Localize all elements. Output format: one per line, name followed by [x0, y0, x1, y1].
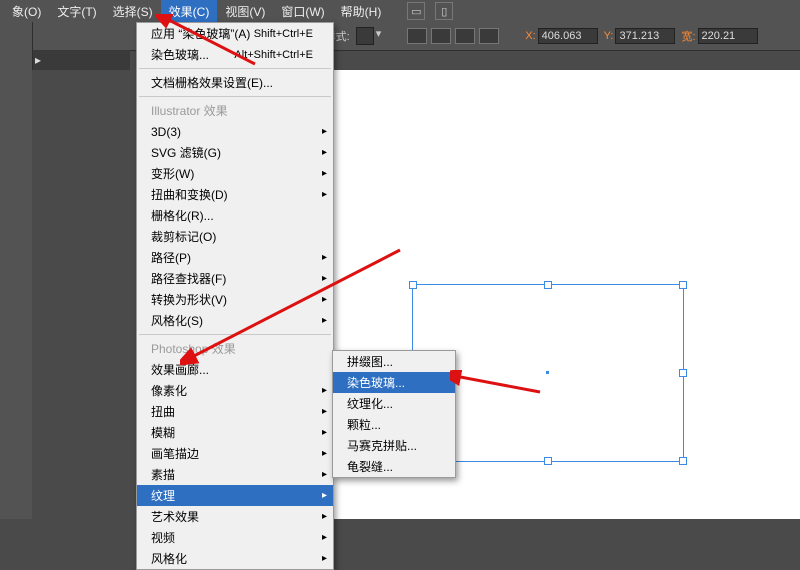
menu-text[interactable]: 文字(T): [49, 0, 104, 23]
options-bar: 描边 度 100% ▾ 样式: ▾ X: Y: 宽:: [0, 22, 800, 51]
center-handle[interactable]: [546, 371, 549, 374]
menu-help[interactable]: 帮助(H): [333, 0, 390, 23]
effects-menu: 应用 “染色玻璃”(A) Shift+Ctrl+E 染色玻璃... Alt+Sh…: [136, 22, 334, 570]
menu-reapply[interactable]: 染色玻璃... Alt+Shift+Ctrl+E: [137, 44, 333, 65]
menu-group: Photoshop 效果: [137, 338, 333, 359]
menu-3d[interactable]: 3D(3)▸: [137, 121, 333, 142]
submenu-mosaic[interactable]: 马赛克拼贴...: [333, 435, 455, 456]
submenu-craquelure[interactable]: 龟裂缝...: [333, 456, 455, 477]
layout2-icon[interactable]: ▯: [435, 2, 453, 20]
handle[interactable]: [544, 457, 552, 465]
menu-group: Illustrator 效果: [137, 100, 333, 121]
menu-apply[interactable]: 应用 “染色玻璃”(A) Shift+Ctrl+E: [137, 23, 333, 44]
texture-submenu: 拼缀图... 染色玻璃... 纹理化... 颗粒... 马赛克拼贴... 龟裂缝…: [332, 350, 456, 478]
menu-convert[interactable]: 转换为形状(V)▸: [137, 289, 333, 310]
menu-distort2[interactable]: 扭曲▸: [137, 401, 333, 422]
handle[interactable]: [679, 281, 687, 289]
menu-sketch[interactable]: 素描▸: [137, 464, 333, 485]
menu-path[interactable]: 路径(P)▸: [137, 247, 333, 268]
menu-rasterize[interactable]: 栅格化(R)...: [137, 205, 333, 226]
menu-svg[interactable]: SVG 滤镜(G)▸: [137, 142, 333, 163]
handle[interactable]: [409, 281, 417, 289]
x-label: X:: [525, 30, 535, 42]
layout-icon[interactable]: ▭: [407, 2, 425, 20]
handle[interactable]: [679, 369, 687, 377]
submenu-grain[interactable]: 颗粒...: [333, 414, 455, 435]
menu-texture[interactable]: 纹理▸: [137, 485, 333, 506]
menu-pathfinder[interactable]: 路径查找器(F)▸: [137, 268, 333, 289]
align-icon[interactable]: [407, 28, 427, 44]
menu-select[interactable]: 选择(S): [105, 0, 161, 23]
style-swatch[interactable]: [356, 27, 374, 45]
menu-artistic[interactable]: 艺术效果▸: [137, 506, 333, 527]
menu-effects[interactable]: 效果(C): [161, 0, 218, 23]
menu-window[interactable]: 窗口(W): [273, 0, 332, 23]
y-field[interactable]: [615, 28, 675, 44]
menu-blur[interactable]: 模糊▸: [137, 422, 333, 443]
menu-view[interactable]: 视图(V): [217, 0, 273, 23]
align-icons: [407, 28, 499, 44]
x-field[interactable]: [538, 28, 598, 44]
menu-brush[interactable]: 画笔描边▸: [137, 443, 333, 464]
align-icon[interactable]: [431, 28, 451, 44]
w-field[interactable]: [698, 28, 758, 44]
menu-distort[interactable]: 扭曲和变换(D)▸: [137, 184, 333, 205]
toolbar-icons: ▭ ▯: [407, 2, 453, 20]
menu-object[interactable]: 象(O): [4, 0, 49, 23]
menu-pixelate[interactable]: 像素化▸: [137, 380, 333, 401]
chevron-down-icon[interactable]: ▾: [376, 27, 382, 45]
menu-gallery[interactable]: 效果画廊...: [137, 359, 333, 380]
menubar: 象(O) 文字(T) 选择(S) 效果(C) 视图(V) 窗口(W) 帮助(H)…: [0, 0, 800, 23]
submenu-patchwork[interactable]: 拼缀图...: [333, 351, 455, 372]
align-icon[interactable]: [455, 28, 475, 44]
menu-video[interactable]: 视频▸: [137, 527, 333, 548]
handle[interactable]: [679, 457, 687, 465]
menu-raster-settings[interactable]: 文档栅格效果设置(E)...: [137, 72, 333, 93]
y-label: Y:: [604, 30, 614, 42]
submenu-texturizer[interactable]: 纹理化...: [333, 393, 455, 414]
handle[interactable]: [544, 281, 552, 289]
w-label: 宽:: [681, 28, 695, 44]
menu-stylize2[interactable]: 风格化▸: [137, 548, 333, 569]
submenu-stainedglass[interactable]: 染色玻璃...: [333, 372, 455, 393]
tools-column: [0, 22, 33, 519]
menu-stylize[interactable]: 风格化(S)▸: [137, 310, 333, 331]
menu-warp[interactable]: 变形(W)▸: [137, 163, 333, 184]
align-icon[interactable]: [479, 28, 499, 44]
menu-cropmarks[interactable]: 裁剪标记(O): [137, 226, 333, 247]
